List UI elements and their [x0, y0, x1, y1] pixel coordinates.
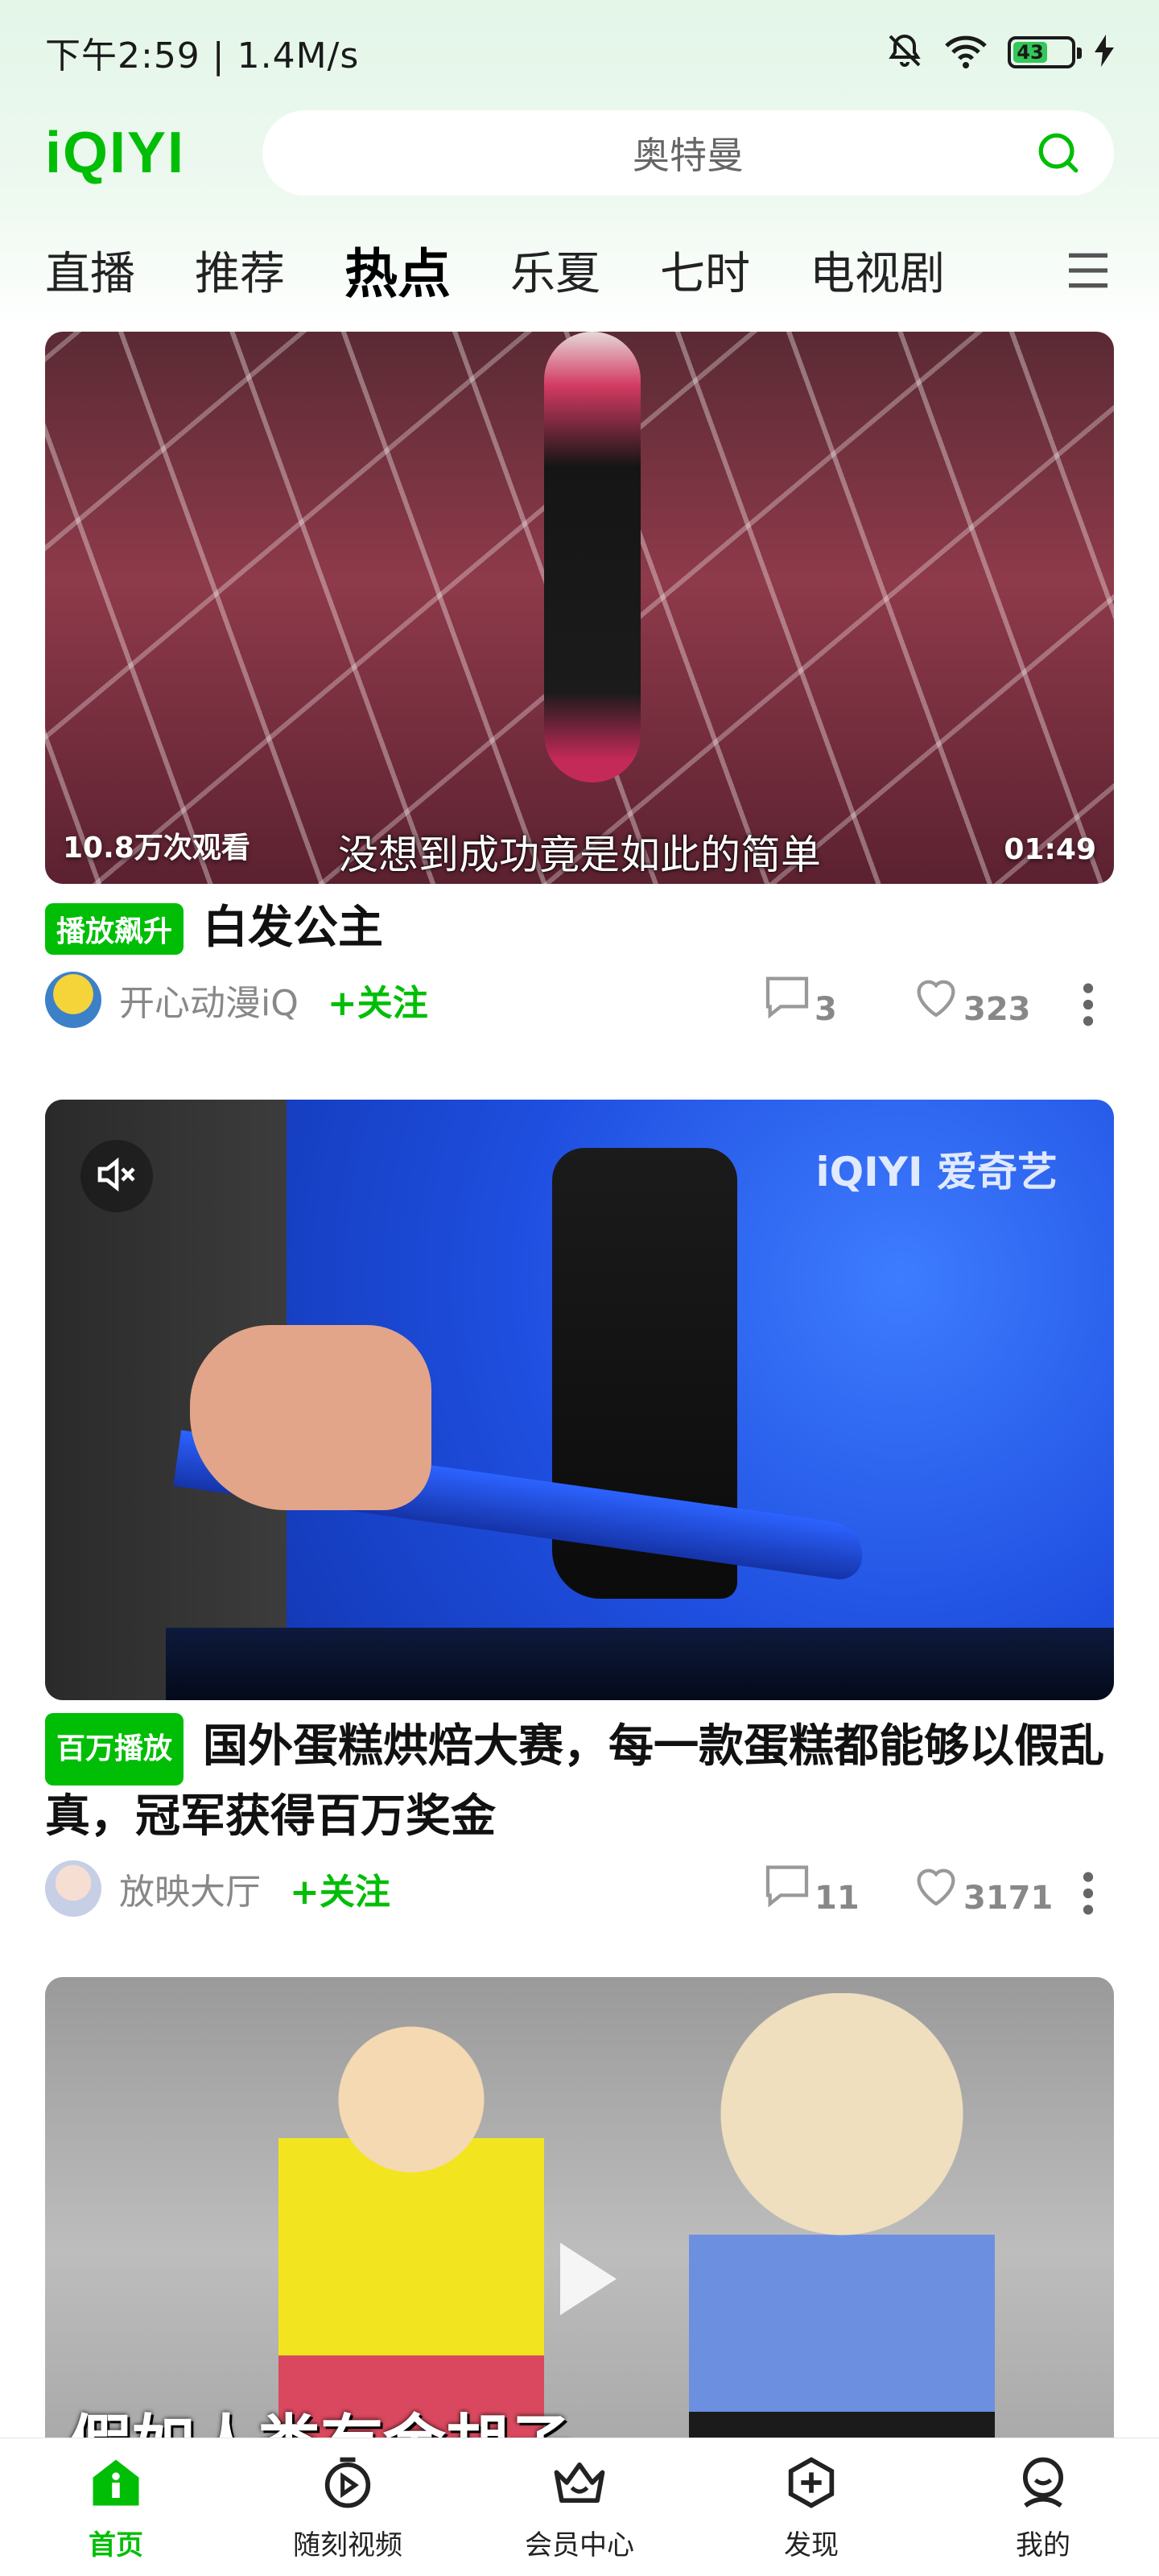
- charging-bolt-icon: [1095, 35, 1114, 70]
- thumbnail-hand: [190, 1325, 431, 1510]
- nav-label: 我的: [1016, 2529, 1070, 2562]
- comment-count: 3: [815, 991, 837, 1028]
- comment-button[interactable]: 3: [761, 972, 837, 1028]
- search-icon[interactable]: [1035, 130, 1082, 180]
- video-duration: 01:49: [1004, 833, 1096, 866]
- meta-row: 放映大厅 +关注 11 3171: [45, 1856, 1114, 1921]
- nav-profile[interactable]: 我的: [963, 2452, 1124, 2562]
- like-button[interactable]: 3171: [910, 1860, 1053, 1917]
- comment-icon: [761, 1860, 813, 1917]
- video-thumbnail[interactable]: 假如人类有金胡子: [45, 1977, 1114, 2476]
- video-subtitle: 没想到成功竟是如此的简单: [338, 832, 821, 878]
- status-time-speed: 下午2:59 | 1.4M/s: [45, 35, 360, 76]
- nav-label: 首页: [89, 2529, 143, 2562]
- author-name[interactable]: 开心动漫iQ: [119, 974, 299, 1026]
- thumbnail-figure: [544, 332, 641, 782]
- app-header: iQIYI 奥特曼: [45, 109, 1114, 197]
- feed-card[interactable]: 10.8万次观看 没想到成功竟是如此的简单 01:49 播放飙升 白发公主 开心…: [45, 332, 1114, 1032]
- video-title-text: 国外蛋糕烘焙大赛，每一款蛋糕都能够以假乱真，冠军获得百万奖金: [45, 1720, 1105, 1843]
- search-placeholder: 奥特曼: [633, 134, 744, 177]
- video-title[interactable]: 百万播放 国外蛋糕烘焙大赛，每一款蛋糕都能够以假乱真，冠军获得百万奖金: [45, 1713, 1114, 1848]
- comment-icon: [761, 972, 813, 1028]
- tab-summer-music[interactable]: 乐夏: [510, 237, 600, 303]
- nav-home[interactable]: 首页: [35, 2452, 196, 2562]
- video-thumbnail[interactable]: 10.8万次观看 没想到成功竟是如此的简单 01:49: [45, 332, 1114, 884]
- like-count: 3171: [963, 1880, 1054, 1917]
- wifi-icon: [943, 31, 988, 73]
- home-icon: [85, 2452, 146, 2516]
- video-title[interactable]: 白发公主: [203, 897, 383, 960]
- feed-card[interactable]: 假如人类有金胡子: [45, 1977, 1114, 2476]
- like-button[interactable]: 323: [910, 972, 1031, 1028]
- nav-discover[interactable]: 发现: [731, 2452, 892, 2562]
- tab-recommend[interactable]: 推荐: [195, 237, 285, 303]
- mute-bell-icon: [885, 31, 924, 73]
- menu-icon[interactable]: [1062, 245, 1114, 299]
- title-row: 百万播放 国外蛋糕烘焙大赛，每一款蛋糕都能够以假乱真，冠军获得百万奖金: [45, 1713, 1114, 1848]
- status-bar: 下午2:59 | 1.4M/s 43: [0, 0, 1159, 105]
- iqiyi-watermark: iQIYI 爱奇艺: [815, 1149, 1058, 1195]
- channel-tabs: 直播 推荐 热点 乐夏 七时 电视剧: [45, 225, 1114, 314]
- tab-tv-series[interactable]: 电视剧: [810, 237, 945, 303]
- avatar[interactable]: [45, 972, 101, 1028]
- video-thumbnail[interactable]: iQIYI 爱奇艺: [45, 1100, 1114, 1700]
- nav-video[interactable]: 随刻视频: [267, 2452, 428, 2562]
- heart-icon: [910, 972, 962, 1028]
- follow-button[interactable]: +关注: [328, 974, 428, 1026]
- discover-plus-icon: [781, 2452, 842, 2516]
- nav-vip[interactable]: 会员中心: [499, 2452, 660, 2562]
- cartoon-character-right: [689, 1993, 995, 2476]
- battery-level: 43: [1013, 41, 1047, 64]
- tab-hot[interactable]: 热点: [344, 231, 451, 308]
- status-icons: 43: [885, 31, 1114, 73]
- search-bar[interactable]: 奥特曼: [262, 110, 1114, 196]
- video-icon: [317, 2452, 378, 2516]
- bottom-navigation: 首页 随刻视频 会员中心 发现 我的: [0, 2438, 1159, 2576]
- tab-live[interactable]: 直播: [45, 237, 135, 303]
- meta-row: 开心动漫iQ +关注 3 323: [45, 968, 1114, 1032]
- battery-icon: 43: [1008, 36, 1082, 68]
- nav-label: 发现: [784, 2529, 839, 2562]
- follow-button[interactable]: +关注: [290, 1863, 390, 1914]
- speaker-mute-icon: [94, 1152, 139, 1200]
- more-options-icon[interactable]: [1082, 982, 1095, 1030]
- feed-card[interactable]: iQIYI 爱奇艺 百万播放 国外蛋糕烘焙大赛，每一款蛋糕都能够以假乱真，冠军获得…: [45, 1100, 1114, 1921]
- avatar[interactable]: [45, 1860, 101, 1917]
- trending-badge: 播放飙升: [45, 903, 184, 955]
- nav-label: 会员中心: [525, 2529, 634, 2562]
- million-plays-badge: 百万播放: [45, 1713, 184, 1785]
- mute-button[interactable]: [80, 1140, 153, 1212]
- profile-icon: [1013, 2452, 1074, 2516]
- more-options-icon[interactable]: [1082, 1871, 1095, 1919]
- vip-crown-icon: [549, 2452, 610, 2516]
- like-count: 323: [963, 991, 1031, 1028]
- nav-label: 随刻视频: [293, 2529, 402, 2562]
- heart-icon: [910, 1860, 962, 1917]
- author-name[interactable]: 放映大厅: [119, 1863, 261, 1914]
- title-row: 播放飙升 白发公主: [45, 897, 1114, 960]
- cartoon-character-left: [278, 2009, 544, 2460]
- comment-count: 11: [815, 1880, 860, 1917]
- thumbnail-table: [166, 1628, 1114, 1700]
- play-icon[interactable]: [560, 2243, 617, 2315]
- comment-button[interactable]: 11: [761, 1860, 860, 1917]
- iqiyi-logo[interactable]: iQIYI: [45, 120, 222, 186]
- tab-qishi[interactable]: 七时: [660, 237, 750, 303]
